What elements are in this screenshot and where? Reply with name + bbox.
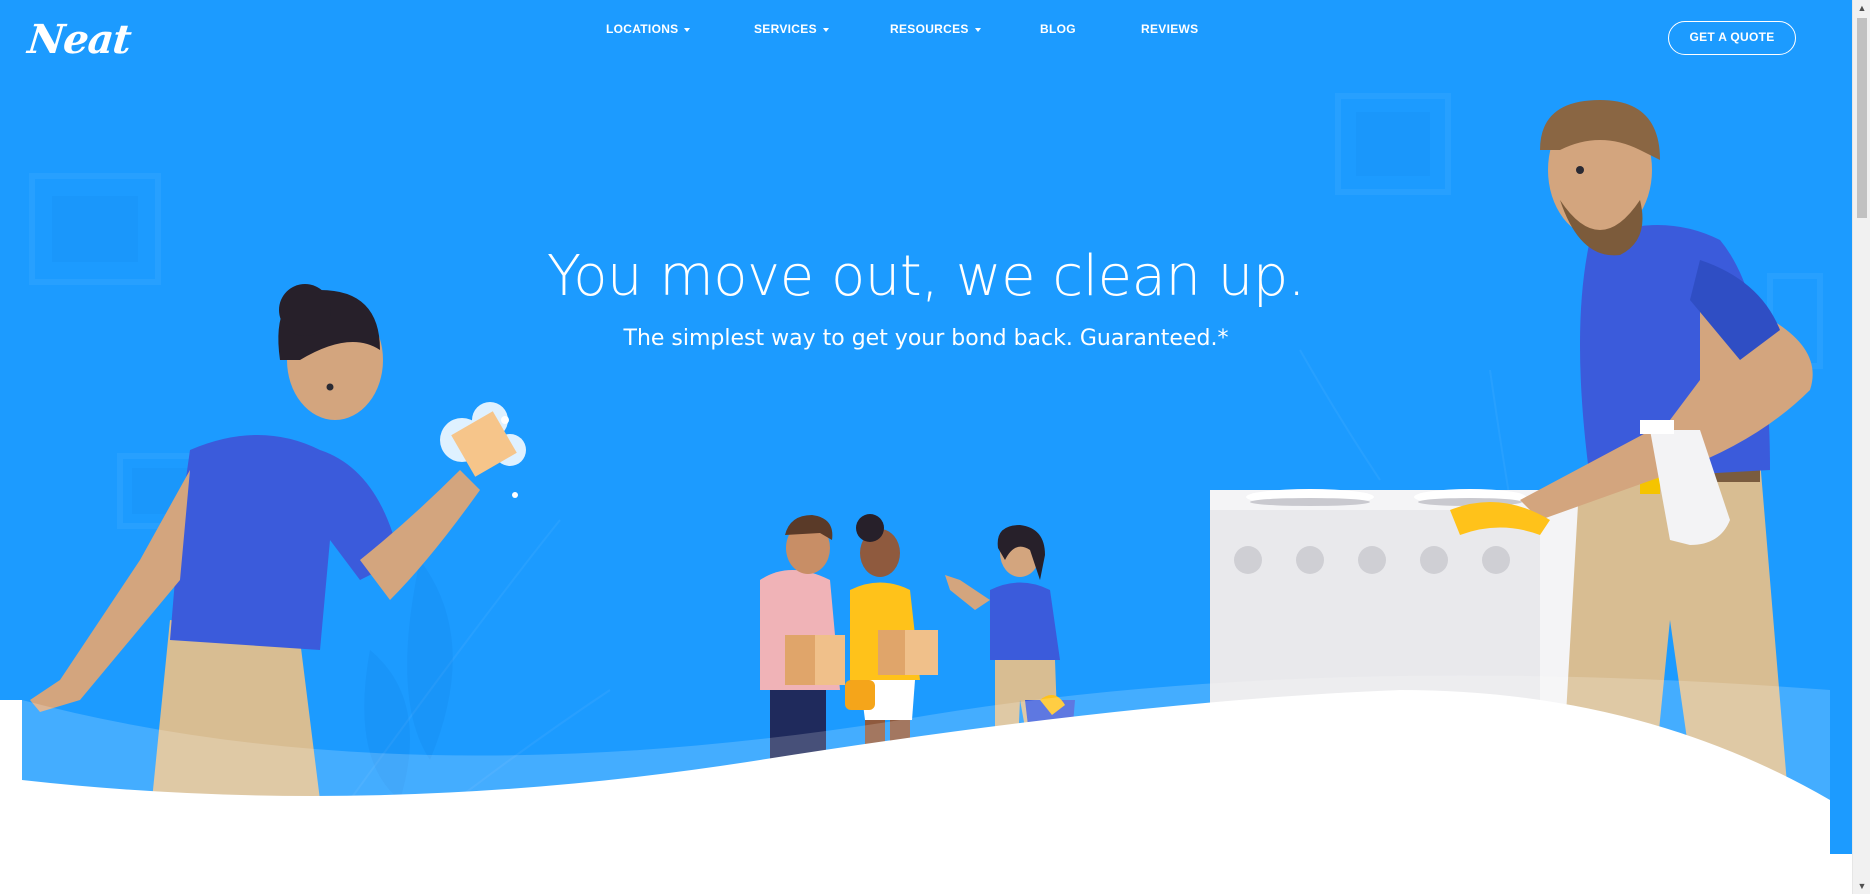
bottom-strip (0, 854, 1852, 894)
get-a-quote-button[interactable]: GET A QUOTE (1668, 21, 1796, 55)
chevron-up-icon[interactable]: ▲ (1853, 0, 1870, 16)
hero-illustration (22, 93, 1830, 894)
page: Neat LOCATIONS SERVICES RESOURCES BLOG R… (0, 0, 1870, 894)
scrollbar-thumb[interactable] (1857, 18, 1867, 218)
nav-item-services[interactable]: SERVICES (754, 22, 829, 36)
hero-headline: You move out, we clean up. (546, 244, 1306, 309)
chevron-down-icon[interactable]: ▼ (1853, 878, 1870, 894)
nav-item-label: SERVICES (754, 22, 817, 36)
main-nav: LOCATIONS SERVICES RESOURCES BLOG REVIEW… (0, 22, 1852, 42)
nav-item-label: LOCATIONS (606, 22, 679, 36)
page-scrollbar[interactable]: ▲ ▼ (1852, 0, 1870, 894)
hero-subheadline: The simplest way to get your bond back. … (623, 326, 1229, 351)
nav-item-resources[interactable]: RESOURCES (890, 22, 981, 36)
caret-down-icon (822, 27, 829, 32)
nav-item-label: BLOG (1040, 22, 1076, 36)
nav-item-blog[interactable]: BLOG (1040, 22, 1076, 36)
nav-item-label: RESOURCES (890, 22, 969, 36)
nav-item-label: REVIEWS (1141, 22, 1199, 36)
nav-item-locations[interactable]: LOCATIONS (606, 22, 691, 36)
hero-section: Neat LOCATIONS SERVICES RESOURCES BLOG R… (0, 0, 1852, 894)
nav-item-reviews[interactable]: REVIEWS (1141, 22, 1198, 36)
caret-down-icon (974, 27, 981, 32)
caret-down-icon (684, 27, 691, 32)
